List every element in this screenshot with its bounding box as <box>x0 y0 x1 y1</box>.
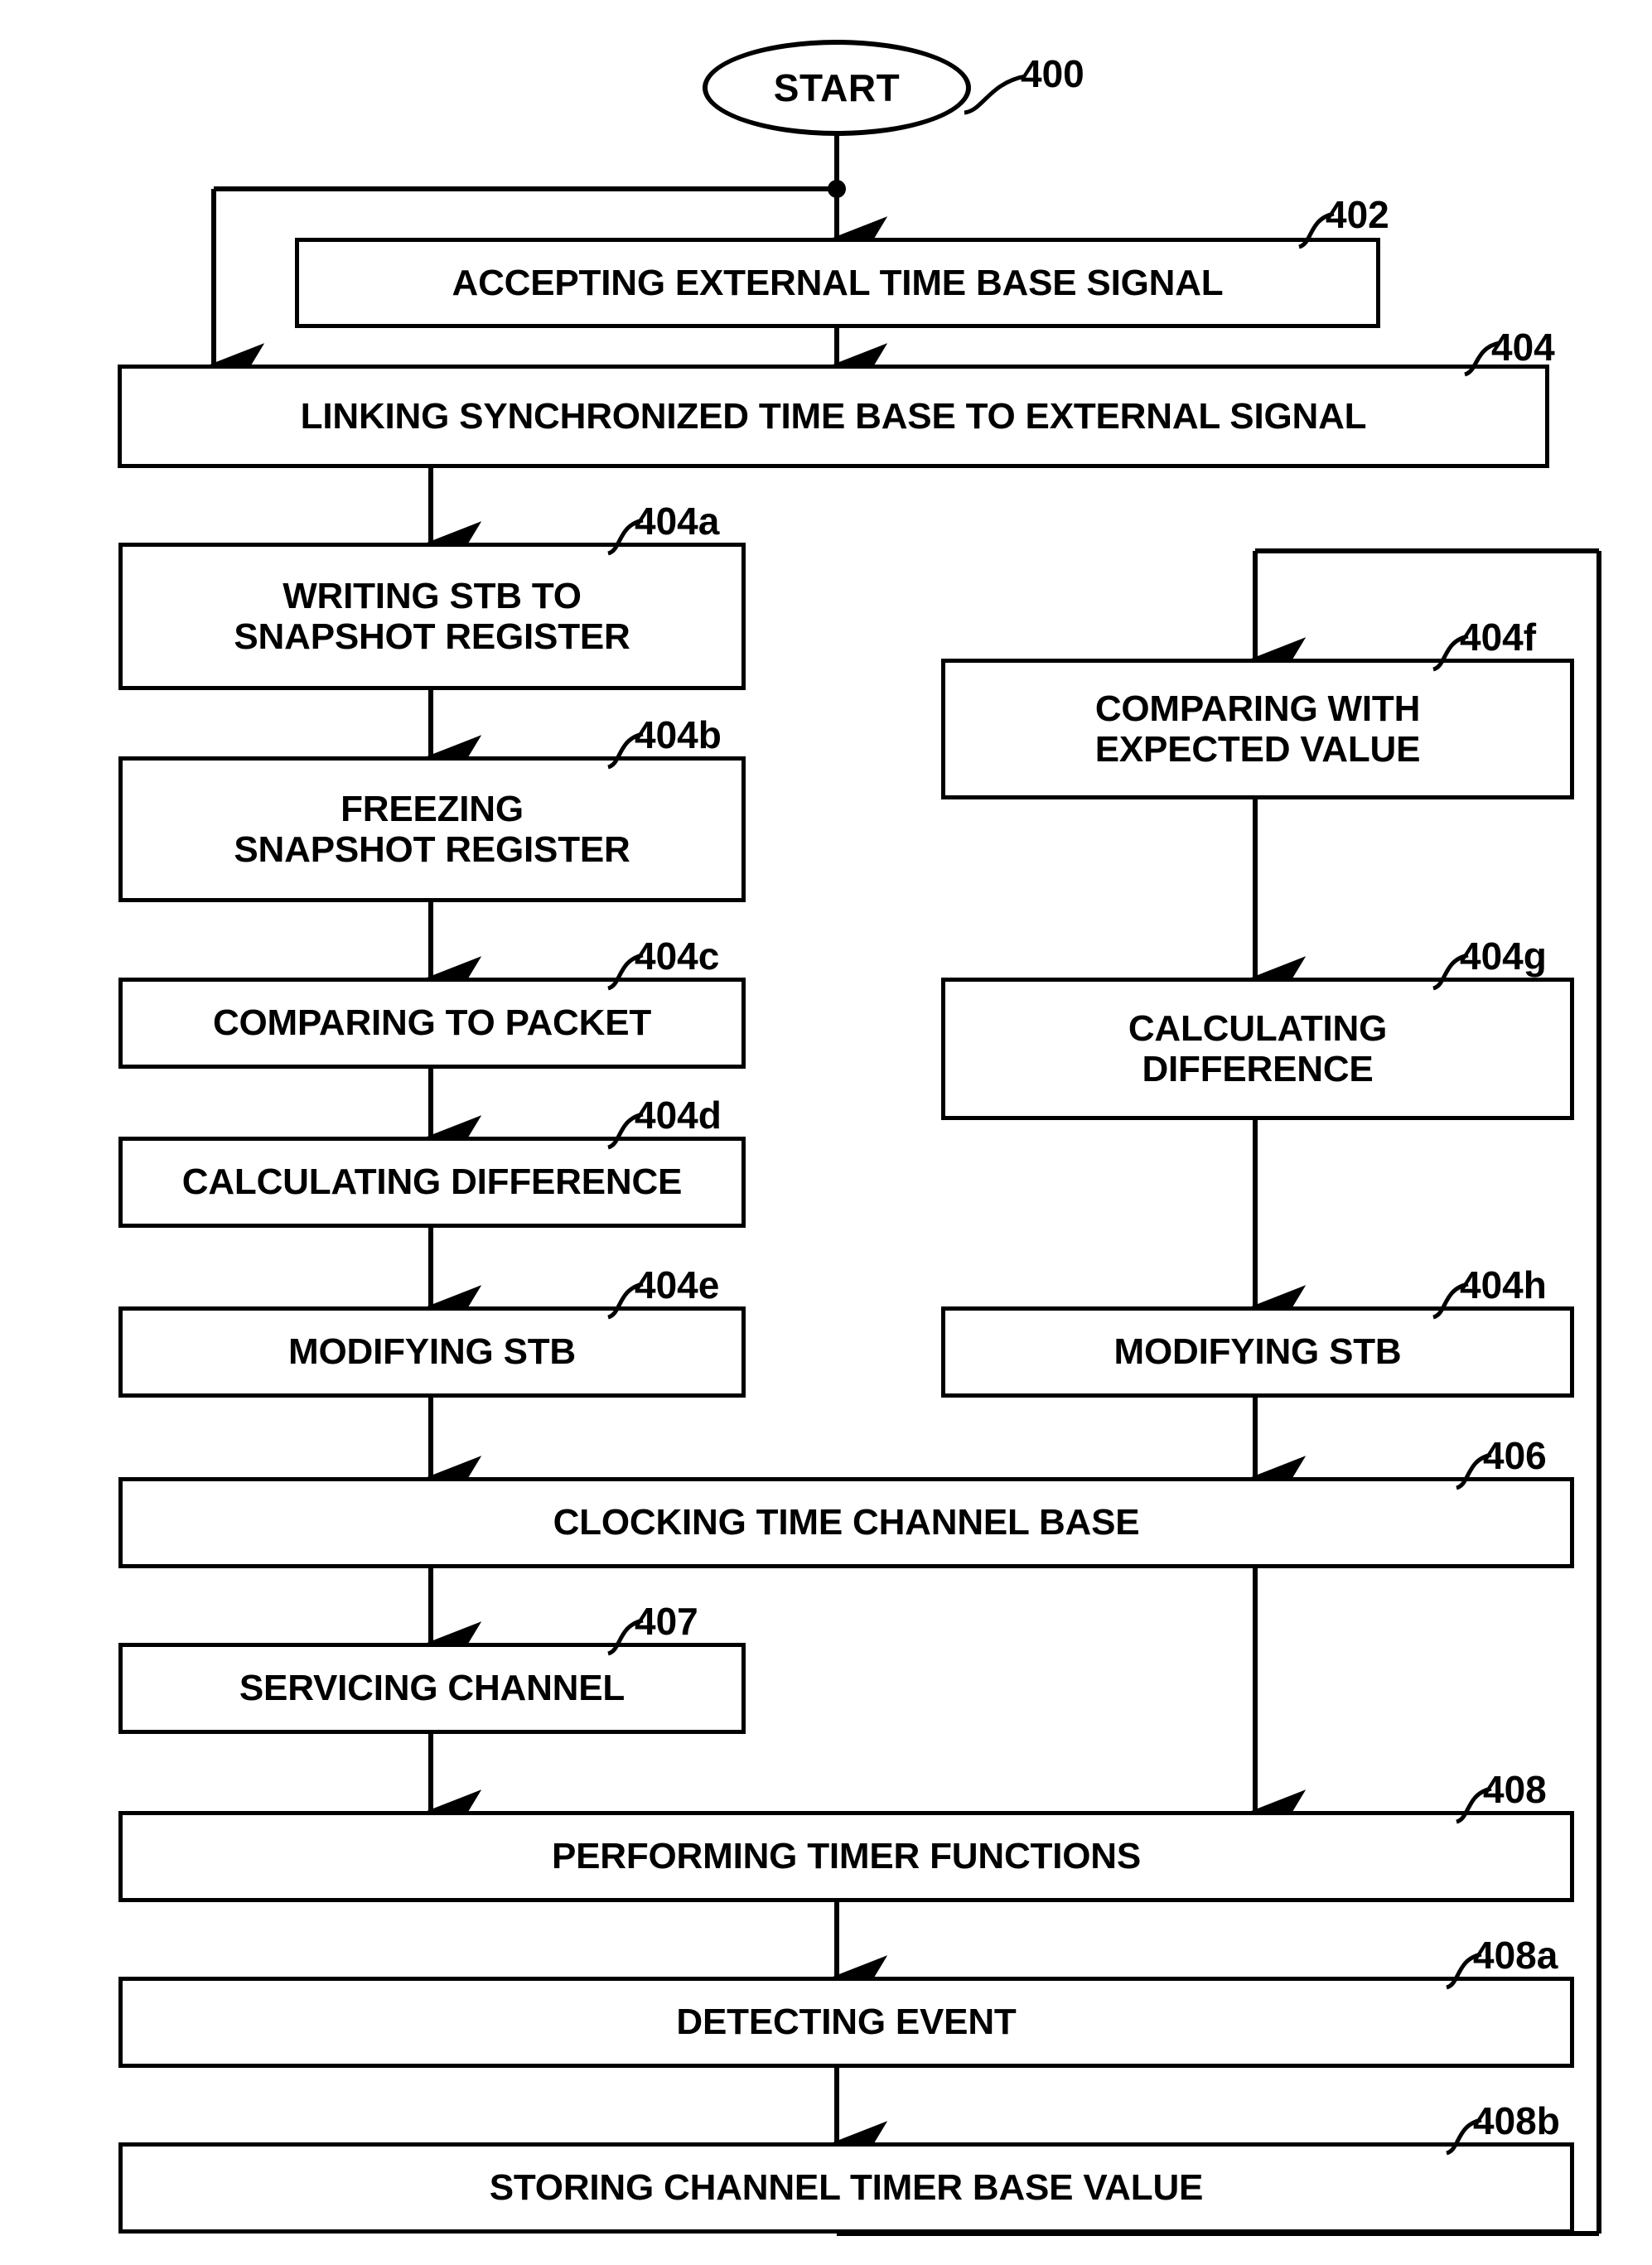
leader-line-408 <box>1455 1786 1492 1824</box>
node-performing-timer-functions[interactable]: PERFORMING TIMER FUNCTIONS <box>118 1811 1574 1902</box>
leader-line-404c <box>606 953 644 991</box>
node-label: SERVICING CHANNEL <box>239 1668 626 1709</box>
leader-line-402 <box>1297 211 1335 249</box>
node-freezing-snapshot-register[interactable]: FREEZING SNAPSHOT REGISTER <box>118 756 746 902</box>
leader-line-408a <box>1445 1952 1482 1990</box>
node-label: ACCEPTING EXTERNAL TIME BASE SIGNAL <box>452 262 1224 303</box>
node-writing-stb-to-snapshot-register[interactable]: WRITING STB TO SNAPSHOT REGISTER <box>118 543 746 690</box>
node-label: CLOCKING TIME CHANNEL BASE <box>553 1502 1140 1543</box>
node-label: CALCULATING DIFFERENCE <box>181 1161 683 1203</box>
node-label: COMPARING TO PACKET <box>212 1002 652 1044</box>
node-accepting-external-time-base-signal[interactable]: ACCEPTING EXTERNAL TIME BASE SIGNAL <box>295 238 1380 328</box>
node-modifying-stb-right[interactable]: MODIFYING STB <box>941 1306 1574 1398</box>
leader-line-404d <box>606 1112 644 1150</box>
node-label: DETECTING EVENT <box>676 2002 1017 2043</box>
node-detecting-event[interactable]: DETECTING EVENT <box>118 1977 1574 2068</box>
patent-figure: START 400 ACCEPTING EXTERNAL TIME BASE S… <box>0 0 1652 2265</box>
node-label: LINKING SYNCHRONIZED TIME BASE TO EXTERN… <box>300 395 1367 437</box>
node-label: FREEZING SNAPSHOT REGISTER <box>234 788 630 870</box>
node-calculating-difference-right[interactable]: CALCULATING DIFFERENCE <box>941 978 1574 1120</box>
leader-line-404g <box>1432 953 1469 991</box>
leader-line-404e <box>606 1282 644 1320</box>
node-label: PERFORMING TIMER FUNCTIONS <box>551 1836 1141 1877</box>
leader-line-400 <box>964 74 1026 115</box>
node-label: COMPARING WITH EXPECTED VALUE <box>1094 688 1421 770</box>
leader-line-404 <box>1463 340 1500 377</box>
node-storing-channel-timer-base-value[interactable]: STORING CHANNEL TIMER BASE VALUE <box>118 2142 1574 2234</box>
node-label: MODIFYING STB <box>1113 1331 1402 1373</box>
node-comparing-with-expected-value[interactable]: COMPARING WITH EXPECTED VALUE <box>941 659 1574 799</box>
junction-dot <box>828 180 846 198</box>
leader-line-404f <box>1432 634 1469 672</box>
start-terminal[interactable]: START <box>703 40 971 136</box>
leader-line-406 <box>1455 1452 1492 1490</box>
node-label: STORING CHANNEL TIMER BASE VALUE <box>489 2167 1204 2209</box>
leader-line-407 <box>606 1618 644 1656</box>
node-label: CALCULATING DIFFERENCE <box>1128 1007 1388 1089</box>
node-label: MODIFYING STB <box>288 1331 576 1373</box>
start-terminal-label: START <box>773 66 901 109</box>
node-clocking-time-channel-base[interactable]: CLOCKING TIME CHANNEL BASE <box>118 1477 1574 1568</box>
node-linking-synchronized-time-base[interactable]: LINKING SYNCHRONIZED TIME BASE TO EXTERN… <box>118 365 1549 468</box>
leader-line-408b <box>1445 2118 1482 2156</box>
leader-line-404a <box>606 518 644 556</box>
node-label: WRITING STB TO SNAPSHOT REGISTER <box>234 575 630 657</box>
leader-line-404b <box>606 732 644 770</box>
flowchart-connectors <box>210 135 1601 2236</box>
leader-line-404h <box>1432 1282 1469 1320</box>
